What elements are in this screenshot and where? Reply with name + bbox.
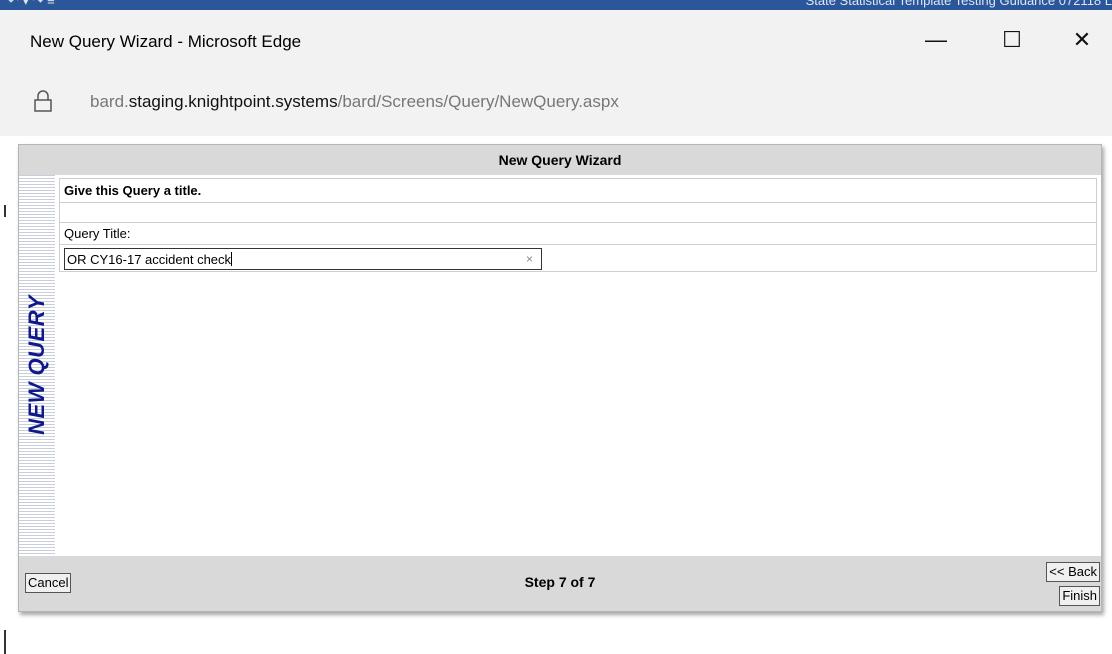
close-icon: ✕	[1072, 27, 1092, 52]
wizard-header: New Query Wizard	[19, 145, 1101, 175]
finish-button[interactable]: Finish	[1059, 586, 1100, 606]
url-path: /bard/Screens/Query/NewQuery.aspx	[337, 92, 619, 111]
back-button[interactable]: << Back	[1046, 562, 1100, 582]
minimize-icon: —	[925, 27, 947, 52]
maximize-button[interactable]: ☐	[982, 10, 1042, 70]
label-row: Query Title:	[59, 222, 1097, 244]
query-title-label: Query Title:	[64, 226, 131, 241]
url-text[interactable]: bard.staging.knightpoint.systems/bard/Sc…	[90, 92, 619, 112]
clear-input-icon[interactable]: ×	[526, 252, 533, 266]
background-app-toolbar-icons: ↶ ▾ ↷ ≡	[8, 0, 55, 8]
background-edge-line	[4, 630, 6, 654]
wizard-content: Give this Query a title. Query Title: OR…	[59, 178, 1097, 272]
url-prefix: bard.	[90, 92, 129, 111]
instruction-row: Give this Query a title.	[59, 178, 1097, 202]
query-title-value-wrap: OR CY16-17 accident check	[67, 252, 233, 267]
query-title-input[interactable]: OR CY16-17 accident check ×	[64, 248, 542, 270]
spacer-row	[59, 202, 1097, 222]
close-window-button[interactable]: ✕	[1052, 10, 1112, 70]
wizard-title: New Query Wizard	[498, 152, 622, 168]
step-indicator: Step 7 of 7	[524, 574, 596, 590]
url-host: staging.knightpoint.systems	[128, 92, 338, 111]
minimize-button[interactable]: —	[906, 10, 966, 70]
text-caret	[231, 252, 233, 266]
lock-icon	[34, 90, 52, 112]
side-banner: NEW QUERY	[19, 175, 55, 556]
input-row: OR CY16-17 accident check ×	[59, 244, 1097, 272]
background-edge-mark	[4, 205, 6, 217]
instruction-text: Give this Query a title.	[64, 183, 202, 198]
window-title: New Query Wizard - Microsoft Edge	[30, 32, 302, 51]
background-app-titlebar: ↶ ▾ ↷ ≡ State Statistical Template Testi…	[0, 0, 1112, 10]
wizard-footer: Cancel Step 7 of 7 << Back Finish	[19, 556, 1101, 611]
side-banner-label: NEW QUERY	[24, 295, 49, 435]
maximize-icon: ☐	[1002, 27, 1022, 52]
new-query-wizard-dialog: New Query Wizard NEW QUERY Give this Que…	[18, 144, 1102, 612]
address-bar: bard.staging.knightpoint.systems/bard/Sc…	[0, 70, 1112, 136]
background-app-title: State Statistical Template Testing Guida…	[805, 0, 1112, 8]
query-title-value: OR CY16-17 accident check	[67, 252, 232, 267]
